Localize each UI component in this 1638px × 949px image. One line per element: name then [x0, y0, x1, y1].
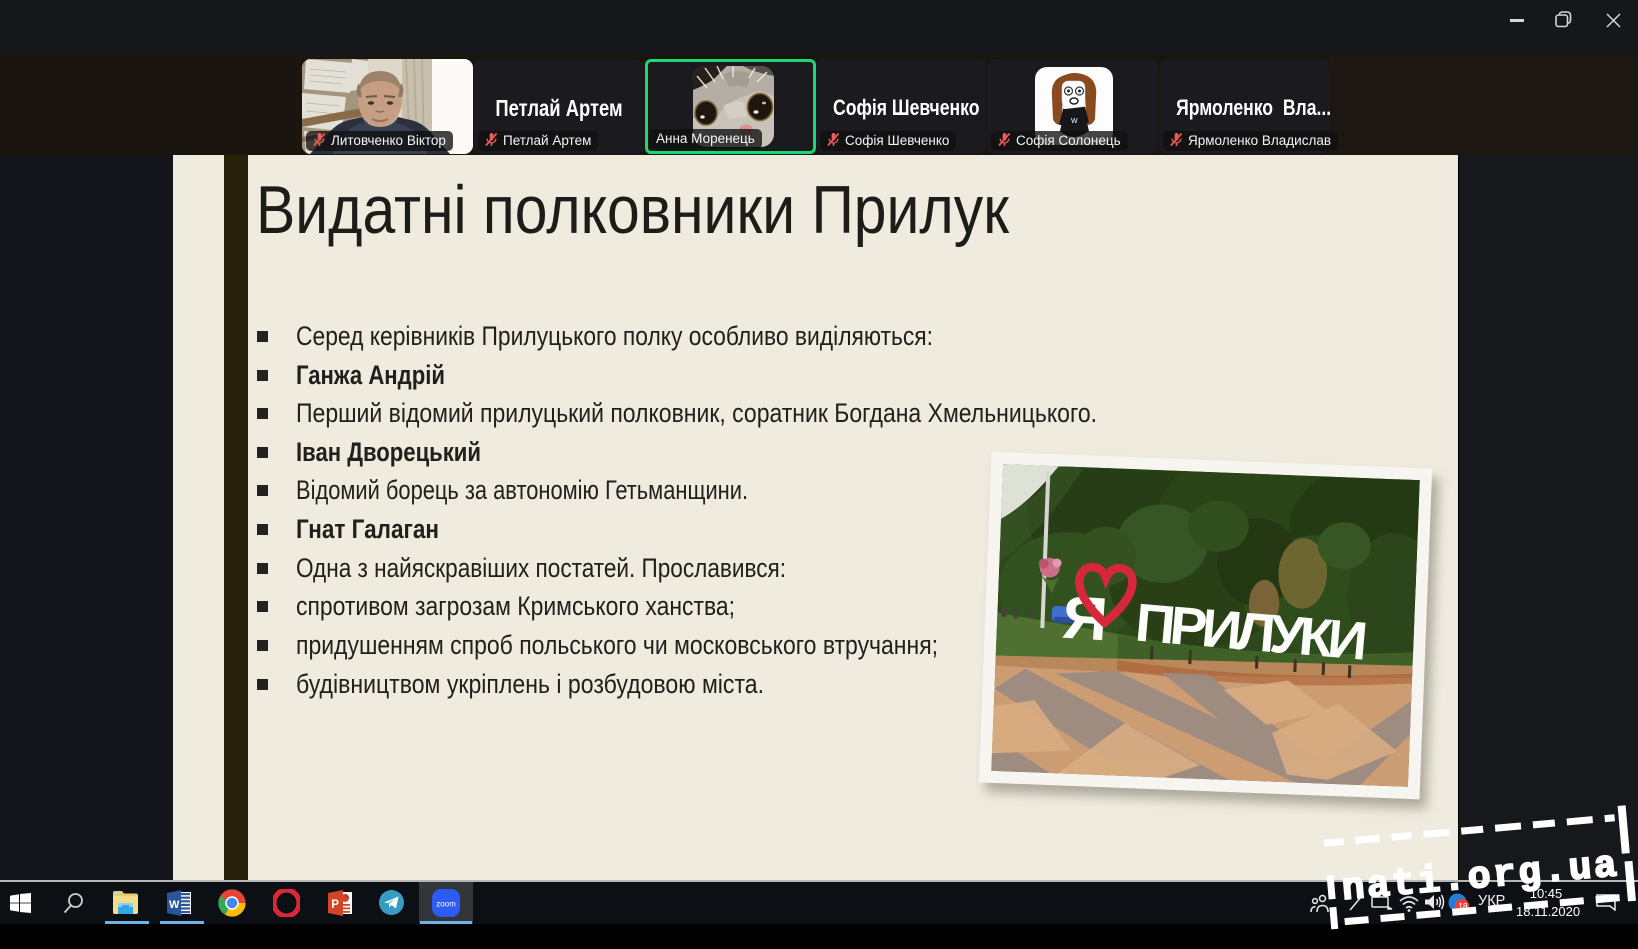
svg-text:P: P [331, 899, 339, 911]
svg-text:W: W [169, 899, 180, 911]
svg-text:W: W [1071, 118, 1078, 125]
svg-text:zoom: zoom [436, 900, 456, 909]
